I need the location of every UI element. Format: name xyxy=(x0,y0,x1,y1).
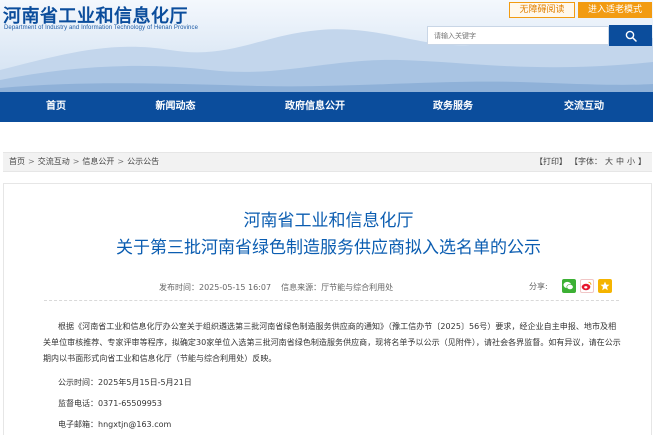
main-nav: 首页 新闻动态 政府信息公开 政务服务 交流互动 xyxy=(0,92,653,122)
nav-item-news[interactable]: 新闻动态 xyxy=(112,92,239,122)
search-input[interactable] xyxy=(427,26,609,45)
article-body-paragraph: 根据《河南省工业和信息化厅办公室关于组织遴选第三批河南省绿色制造服务供应商的通知… xyxy=(43,322,621,363)
breadcrumb: 首页 > 交流互动 > 信息公开 > 公示公告 xyxy=(9,153,159,171)
contact-email: 电子邮箱：hngxtjn@163.com xyxy=(58,420,172,429)
publicity-period: 公示时间：2025年5月15日-5月21日 xyxy=(58,378,192,387)
breadcrumb-home[interactable]: 首页 xyxy=(9,153,25,171)
search-button[interactable] xyxy=(609,25,652,46)
site-subtitle: Department of Industry and Information T… xyxy=(4,25,199,31)
article-title-line2: 关于第三批河南省绿色制造服务供应商拟入选名单的公示 xyxy=(116,238,541,258)
qzone-icon[interactable] xyxy=(597,279,612,293)
article: 河南省工业和信息化厅 关于第三批河南省绿色制造服务供应商拟入选名单的公示 发布时… xyxy=(3,183,652,435)
font-small-link[interactable]: 小 xyxy=(627,153,635,171)
breadcrumb-announcements[interactable]: 公示公告 xyxy=(127,153,159,171)
search-icon xyxy=(625,30,637,42)
font-size-close: 】 xyxy=(638,157,646,166)
nav-item-gov-info[interactable]: 政府信息公开 xyxy=(239,92,391,122)
nav-item-interaction[interactable]: 交流互动 xyxy=(515,92,653,122)
breadcrumb-separator: > xyxy=(28,157,35,166)
wechat-icon[interactable] xyxy=(561,279,576,293)
breadcrumb-separator: > xyxy=(117,157,125,166)
font-size-label: 【字体： xyxy=(570,157,602,166)
meta-divider xyxy=(44,300,619,301)
breadcrumb-bar: 首页 > 交流互动 > 信息公开 > 公示公告 【打印】 【字体： 大 中 小 … xyxy=(3,152,652,172)
article-meta: 发布时间：2025-05-15 16:07 信息来源：厅节能与综合利用处 xyxy=(159,282,393,293)
breadcrumb-info-disclosure[interactable]: 信息公开 xyxy=(82,153,114,171)
nav-item-services[interactable]: 政务服务 xyxy=(391,92,515,122)
breadcrumb-separator: > xyxy=(72,157,80,166)
share-label: 分享: xyxy=(529,281,548,291)
weibo-icon[interactable] xyxy=(579,279,594,293)
info-source: 信息来源：厅节能与综合利用处 xyxy=(281,283,394,292)
font-medium-link[interactable]: 中 xyxy=(616,153,624,171)
site-header: 河南省工业和信息化厅 Department of Industry and In… xyxy=(0,0,653,92)
page-tools: 【打印】 【字体： 大 中 小 】 xyxy=(532,153,646,171)
elder-mode-button[interactable]: 进入适老模式 xyxy=(578,2,652,18)
publish-time: 发布时间：2025-05-15 16:07 xyxy=(159,283,272,292)
breadcrumb-interaction[interactable]: 交流互动 xyxy=(38,153,70,171)
print-link[interactable]: 【打印】 xyxy=(535,153,567,171)
nav-item-home[interactable]: 首页 xyxy=(0,92,112,122)
supervision-phone: 监督电话：0371-65509953 xyxy=(58,399,162,408)
accessible-reading-button[interactable]: 无障碍阅读 xyxy=(509,2,575,18)
font-large-link[interactable]: 大 xyxy=(605,153,613,171)
share-bar: 分享: xyxy=(529,279,612,293)
article-title-line1: 河南省工业和信息化厅 xyxy=(243,211,414,231)
